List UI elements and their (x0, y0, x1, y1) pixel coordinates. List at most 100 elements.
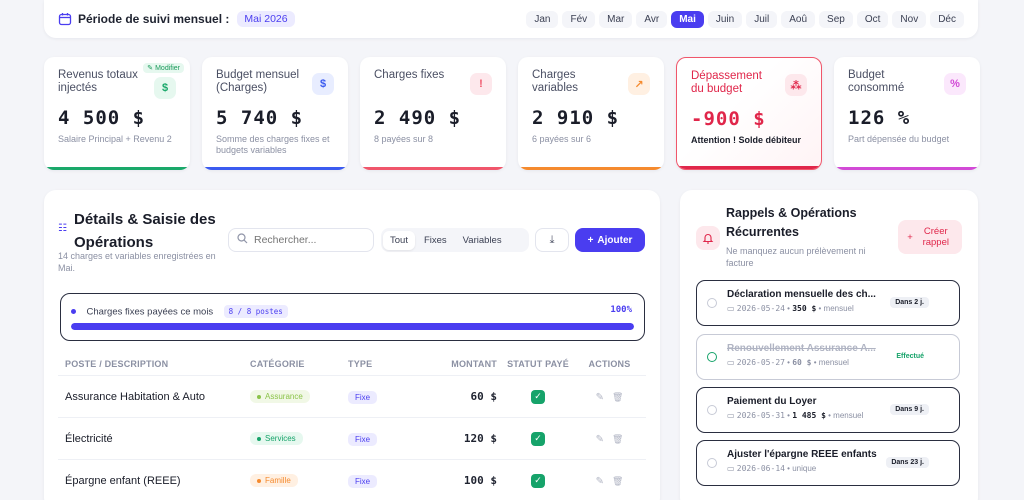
operations-subtitle: 14 charges et variables enregistrées en … (58, 251, 216, 273)
kpi-title: Budget consommé (848, 69, 905, 94)
create-reminder-button[interactable]: + Créer rappel (898, 220, 962, 254)
progress-count-badge: 8 / 8 postes (223, 305, 288, 319)
month-sep[interactable]: Sep (819, 10, 853, 28)
kpi-accent-bar (677, 166, 821, 169)
reminder-item[interactable]: Déclaration mensuelle des ch... ▭ 2026-05… (696, 280, 960, 326)
month-aoû[interactable]: Aoû (781, 10, 816, 28)
clock-icon[interactable] (707, 298, 717, 308)
month-juil[interactable]: Juil (746, 10, 778, 28)
month-oct[interactable]: Oct (856, 10, 889, 28)
row-amount: 60 $ (470, 390, 498, 403)
reminder-due-badge: Effectué (896, 353, 924, 360)
kpi-value: -900 $ (691, 108, 766, 130)
column-header: ACTIONS (588, 358, 631, 369)
calendar-icon (58, 12, 72, 26)
trash-icon[interactable]: 🗑 (612, 392, 623, 402)
month-jan[interactable]: Jan (526, 10, 559, 28)
table-row[interactable]: Assurance Habitation & Auto Assurance Fixe… (58, 376, 646, 418)
column-header: STATUT PAYÉ (507, 358, 569, 369)
month-déc[interactable]: Déc (930, 10, 964, 28)
reminder-amount: 1 485 $ (792, 411, 826, 420)
filter-tout[interactable]: Tout (383, 230, 415, 250)
reminder-date: 2026-05-27 (736, 358, 785, 367)
month-fév[interactable]: Fév (562, 10, 596, 28)
row-category-cell: Services (250, 432, 348, 446)
month-mar[interactable]: Mar (599, 10, 633, 28)
operations-title: Détails & Saisie des Opérations (74, 211, 216, 251)
kpi-title: Charges fixes (374, 69, 445, 81)
kpi-subtitle: Salaire Principal + Revenu 2 (58, 134, 172, 144)
reminder-title: Paiement du Loyer (727, 396, 817, 407)
month-juin[interactable]: Juin (707, 10, 743, 28)
clock-icon[interactable] (707, 405, 717, 415)
download-button[interactable]: ⤓ (535, 228, 569, 252)
edit-income-button[interactable]: ✎ Modifier (143, 63, 184, 73)
table-row[interactable]: Électricité Services Fixe 120 $ ✓ ✎ 🗑 (58, 418, 646, 460)
scatter-icon: ⁂ (785, 74, 807, 96)
separator: • (811, 358, 819, 367)
kpi-card: Revenus totaux injectés 4 500 $ Salaire Pr… (44, 57, 190, 170)
search-box[interactable] (228, 228, 374, 252)
trash-icon[interactable]: 🗑 (612, 434, 623, 444)
period-label: Période de suivi mensuel : (78, 12, 230, 26)
reminder-item[interactable]: Ajuster l'épargne REEE enfants ▭ 2026-06-… (696, 440, 960, 486)
month-mai[interactable]: Mai (671, 10, 704, 28)
reminder-amount: 60 $ (792, 358, 812, 367)
reminder-frequency: unique (792, 464, 817, 473)
trend-icon: ↗ (628, 73, 650, 95)
column-header: MONTANT (451, 358, 497, 369)
check-circle-icon[interactable] (707, 352, 717, 362)
row-paid-cell: ✓ (503, 431, 573, 446)
kpi-value: 2 910 $ (532, 107, 620, 129)
paid-check-icon[interactable]: ✓ (531, 473, 545, 488)
kpi-accent-bar (44, 167, 190, 170)
progress-dot (71, 309, 76, 315)
operations-panel: ☷ Détails & Saisie des Opérations 14 cha… (44, 190, 660, 500)
month-avr[interactable]: Avr (636, 10, 668, 28)
category-badge: Assurance (250, 390, 310, 404)
list-settings-icon: ☷ (58, 223, 67, 234)
reminder-title: Déclaration mensuelle des ch... (727, 289, 876, 300)
category-dot (257, 436, 261, 441)
reminder-due-badge: Dans 23 j. (886, 457, 929, 468)
paid-check-icon[interactable]: ✓ (531, 389, 545, 404)
kpi-title: Budget mensuel (Charges) (216, 69, 300, 94)
row-name: Électricité (65, 432, 113, 445)
reminder-due-badge: Dans 2 j. (890, 297, 929, 308)
row-type-cell: Fixe (348, 474, 428, 488)
category-badge: Famille (250, 474, 298, 488)
edit-icon[interactable]: ✎ (596, 434, 604, 445)
percent-icon: % (944, 73, 966, 95)
reminder-frequency: mensuel (823, 304, 854, 313)
table-row[interactable]: Épargne enfant (REEE) Famille Fixe 100 $ ✓ ✎ 🗑 (58, 460, 646, 500)
kpi-card: Budget mensuel (Charges) 5 740 $ Somme des… (202, 57, 348, 170)
period-current-badge: Mai 2026 (237, 11, 295, 27)
dollar-icon: $ (154, 77, 176, 99)
kpi-accent-bar (360, 167, 506, 170)
row-paid-cell: ✓ (503, 389, 573, 404)
trash-icon[interactable]: 🗑 (612, 476, 623, 486)
column-header: TYPE (348, 358, 373, 369)
paid-check-icon[interactable]: ✓ (531, 431, 545, 446)
month-nov[interactable]: Nov (892, 10, 927, 28)
clock-icon[interactable] (707, 458, 717, 468)
progress-track (71, 323, 634, 330)
kpi-card: Charges fixes 2 490 $ 8 payées sur 8! (360, 57, 506, 170)
reminder-item[interactable]: Paiement du Loyer ▭ 2026-05-31 • 1 485 $ … (696, 387, 960, 433)
kpi-subtitle: 6 payées sur 6 (532, 134, 592, 144)
search-input[interactable] (254, 234, 364, 246)
reminder-item[interactable]: Renouvellement Assurance A... ▭ 2026-05-2… (696, 334, 960, 380)
filter-variables[interactable]: Variables (456, 231, 509, 250)
reminders-panel: Rappels & Opérations Récurrentes Ne manq… (680, 190, 978, 500)
search-icon (237, 233, 248, 247)
category-label: Services (265, 434, 296, 444)
reminder-date: 2026-05-24 (736, 304, 785, 313)
add-button[interactable]: + Ajouter (575, 228, 645, 252)
edit-icon[interactable]: ✎ (596, 476, 604, 487)
row-actions: ✎ 🗑 (573, 391, 646, 403)
plus-icon: + (587, 234, 594, 246)
row-amount: 120 $ (463, 432, 497, 445)
filter-fixes[interactable]: Fixes (417, 231, 454, 250)
kpi-value: 4 500 $ (58, 107, 146, 129)
edit-icon[interactable]: ✎ (596, 392, 604, 403)
